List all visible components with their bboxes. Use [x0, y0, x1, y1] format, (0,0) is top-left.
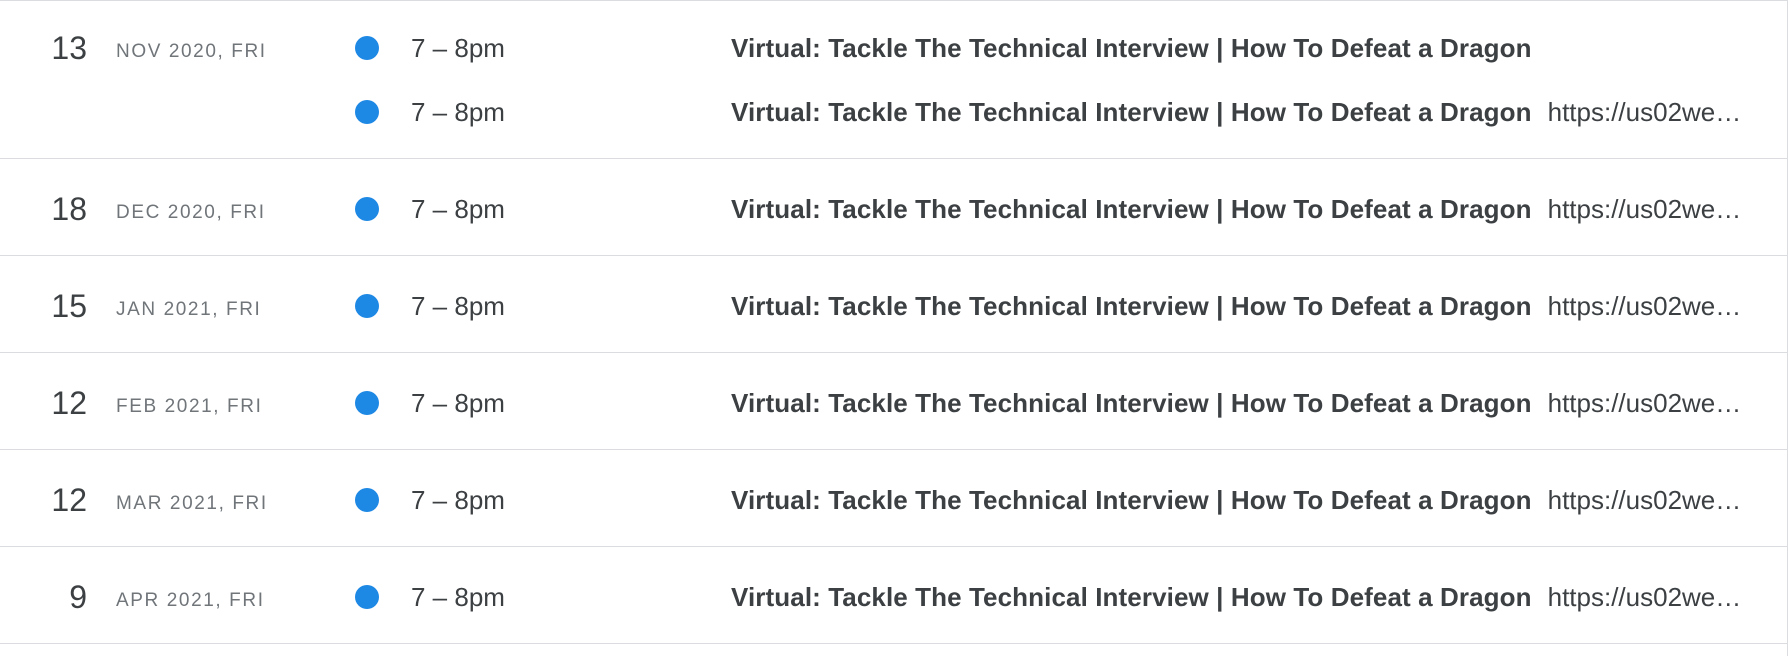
day-group: 13 NOV 2020, FRI 7 – 8pm Virtual: Tackle… — [0, 1, 1787, 159]
event-color-dot-icon — [355, 391, 379, 415]
date-header[interactable]: 9 APR 2021, FRI — [0, 577, 340, 617]
event-title[interactable]: Virtual: Tackle The Technical Interview … — [731, 291, 1532, 322]
event-title[interactable]: Virtual: Tackle The Technical Interview … — [731, 582, 1532, 613]
date-header[interactable]: 18 DEC 2020, FRI — [0, 189, 340, 229]
event-location[interactable]: https://us02we… — [1548, 97, 1742, 128]
month-year-weekday: DEC 2020, FRI — [116, 202, 266, 223]
event-color-dot-icon — [355, 36, 379, 60]
event-row[interactable]: 7 – 8pm Virtual: Tackle The Technical In… — [355, 31, 1787, 65]
month-year-weekday: APR 2021, FRI — [116, 590, 265, 611]
event-row[interactable]: 7 – 8pm Virtual: Tackle The Technical In… — [355, 580, 1787, 614]
event-title[interactable]: Virtual: Tackle The Technical Interview … — [731, 485, 1532, 516]
day-number[interactable]: 15 — [27, 286, 87, 326]
event-row[interactable]: 7 – 8pm Virtual: Tackle The Technical In… — [355, 289, 1787, 323]
event-color-dot-icon — [355, 585, 379, 609]
date-header[interactable]: 12 FEB 2021, FRI — [0, 383, 340, 423]
event-time: 7 – 8pm — [411, 484, 505, 515]
event-time: 7 – 8pm — [411, 96, 505, 127]
event-row[interactable]: 7 – 8pm Virtual: Tackle The Technical In… — [355, 95, 1787, 129]
month-year-weekday: NOV 2020, FRI — [116, 41, 267, 62]
month-year-weekday: FEB 2021, FRI — [116, 396, 263, 417]
event-time: 7 – 8pm — [411, 290, 505, 321]
event-title[interactable]: Virtual: Tackle The Technical Interview … — [731, 194, 1532, 225]
event-color-dot-icon — [355, 488, 379, 512]
event-location[interactable]: https://us02we… — [1548, 388, 1742, 419]
event-location[interactable]: https://us02we… — [1548, 582, 1742, 613]
day-group: 18 DEC 2020, FRI 7 – 8pm Virtual: Tackle… — [0, 159, 1787, 256]
event-location[interactable]: https://us02we… — [1548, 291, 1742, 322]
event-time: 7 – 8pm — [411, 387, 505, 418]
event-title[interactable]: Virtual: Tackle The Technical Interview … — [731, 33, 1532, 64]
event-location[interactable]: https://us02we… — [1548, 194, 1742, 225]
event-time: 7 – 8pm — [411, 193, 505, 224]
month-year-weekday: MAR 2021, FRI — [116, 493, 268, 514]
event-title[interactable]: Virtual: Tackle The Technical Interview … — [731, 97, 1532, 128]
event-title[interactable]: Virtual: Tackle The Technical Interview … — [731, 388, 1532, 419]
event-row[interactable]: 7 – 8pm Virtual: Tackle The Technical In… — [355, 386, 1787, 420]
event-color-dot-icon — [355, 100, 379, 124]
event-time: 7 – 8pm — [411, 581, 505, 612]
agenda-list: 13 NOV 2020, FRI 7 – 8pm Virtual: Tackle… — [0, 0, 1788, 656]
day-group: 15 JAN 2021, FRI 7 – 8pm Virtual: Tackle… — [0, 256, 1787, 353]
date-header[interactable]: 15 JAN 2021, FRI — [0, 286, 340, 326]
day-number[interactable]: 18 — [27, 189, 87, 229]
day-number[interactable]: 9 — [27, 577, 87, 617]
date-header[interactable]: 12 MAR 2021, FRI — [0, 480, 340, 520]
date-header[interactable]: 13 NOV 2020, FRI — [0, 28, 340, 68]
day-number[interactable]: 13 — [27, 28, 87, 68]
day-group: 12 FEB 2021, FRI 7 – 8pm Virtual: Tackle… — [0, 353, 1787, 450]
day-number[interactable]: 12 — [27, 480, 87, 520]
event-row[interactable]: 7 – 8pm Virtual: Tackle The Technical In… — [355, 192, 1787, 226]
event-time: 7 – 8pm — [411, 32, 505, 63]
event-color-dot-icon — [355, 197, 379, 221]
event-row[interactable]: 7 – 8pm Virtual: Tackle The Technical In… — [355, 483, 1787, 517]
day-number[interactable]: 12 — [27, 383, 87, 423]
day-group: 12 MAR 2021, FRI 7 – 8pm Virtual: Tackle… — [0, 450, 1787, 547]
event-color-dot-icon — [355, 294, 379, 318]
event-location[interactable]: https://us02we… — [1548, 485, 1742, 516]
month-year-weekday: JAN 2021, FRI — [116, 299, 262, 320]
day-group: 9 APR 2021, FRI 7 – 8pm Virtual: Tackle … — [0, 547, 1787, 644]
